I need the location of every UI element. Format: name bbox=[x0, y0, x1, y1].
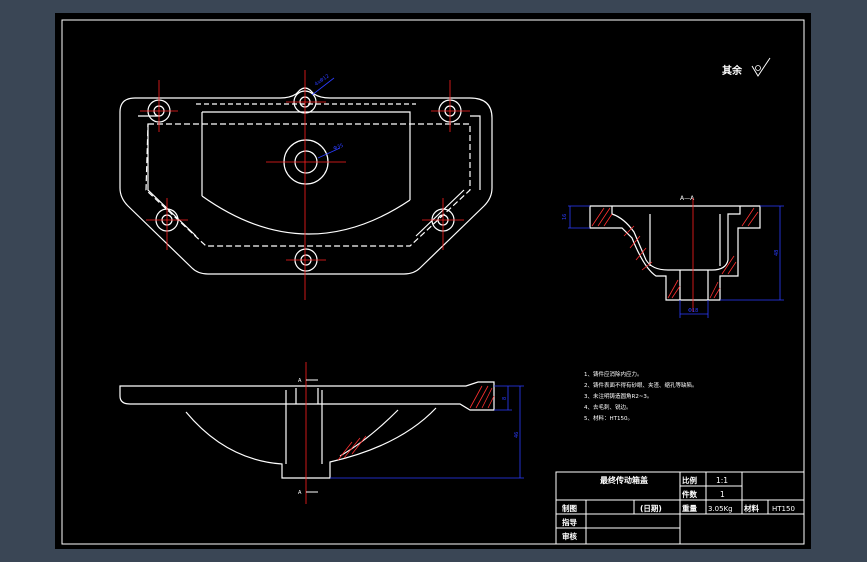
note-3: 3、未注明铸造圆角R2~3。 bbox=[584, 392, 652, 400]
weight-value: 3.05Kg bbox=[708, 505, 733, 513]
dim-section-height: 48 bbox=[774, 250, 780, 256]
section-marker-bottom: A bbox=[298, 490, 302, 496]
drawn-label: 制图 bbox=[562, 503, 577, 513]
material-value: HT150 bbox=[772, 505, 795, 513]
roughness-label: 其余 bbox=[722, 64, 743, 77]
count-label: 件数 bbox=[682, 489, 697, 499]
dim-section-bottom: Φ18 bbox=[688, 308, 698, 314]
drawing-sheet bbox=[55, 13, 811, 549]
weight-label: 重量 bbox=[682, 503, 697, 513]
material-label: 材料 bbox=[744, 503, 759, 513]
scale-value: 1:1 bbox=[716, 476, 728, 485]
note-5: 5、材料：HT150。 bbox=[584, 414, 633, 422]
note-4: 4、去毛刺、锐边。 bbox=[584, 403, 632, 411]
part-name: 最终传动箱盖 bbox=[600, 475, 648, 485]
dim-section-small: 16 bbox=[562, 214, 568, 220]
count-value: 1 bbox=[720, 490, 725, 499]
dim-front-height: 46 bbox=[514, 432, 520, 438]
review-label: 审核 bbox=[562, 531, 577, 541]
date-label: (日期) bbox=[640, 503, 662, 513]
cad-drawing-canvas: 4xΦ12 Φ35 A—A 16 48 Φ18 其余 A A 46 8 1、铸件… bbox=[55, 13, 811, 549]
guide-label: 指导 bbox=[562, 517, 577, 527]
dim-front-small: 8 bbox=[502, 397, 508, 400]
note-2: 2、铸件表面不得有砂眼、夹渣、缩孔等缺陷。 bbox=[584, 381, 698, 389]
scale-label: 比例 bbox=[682, 475, 697, 485]
section-marker-top: A bbox=[298, 378, 302, 384]
note-1: 1、铸件应消除内应力。 bbox=[584, 370, 643, 378]
